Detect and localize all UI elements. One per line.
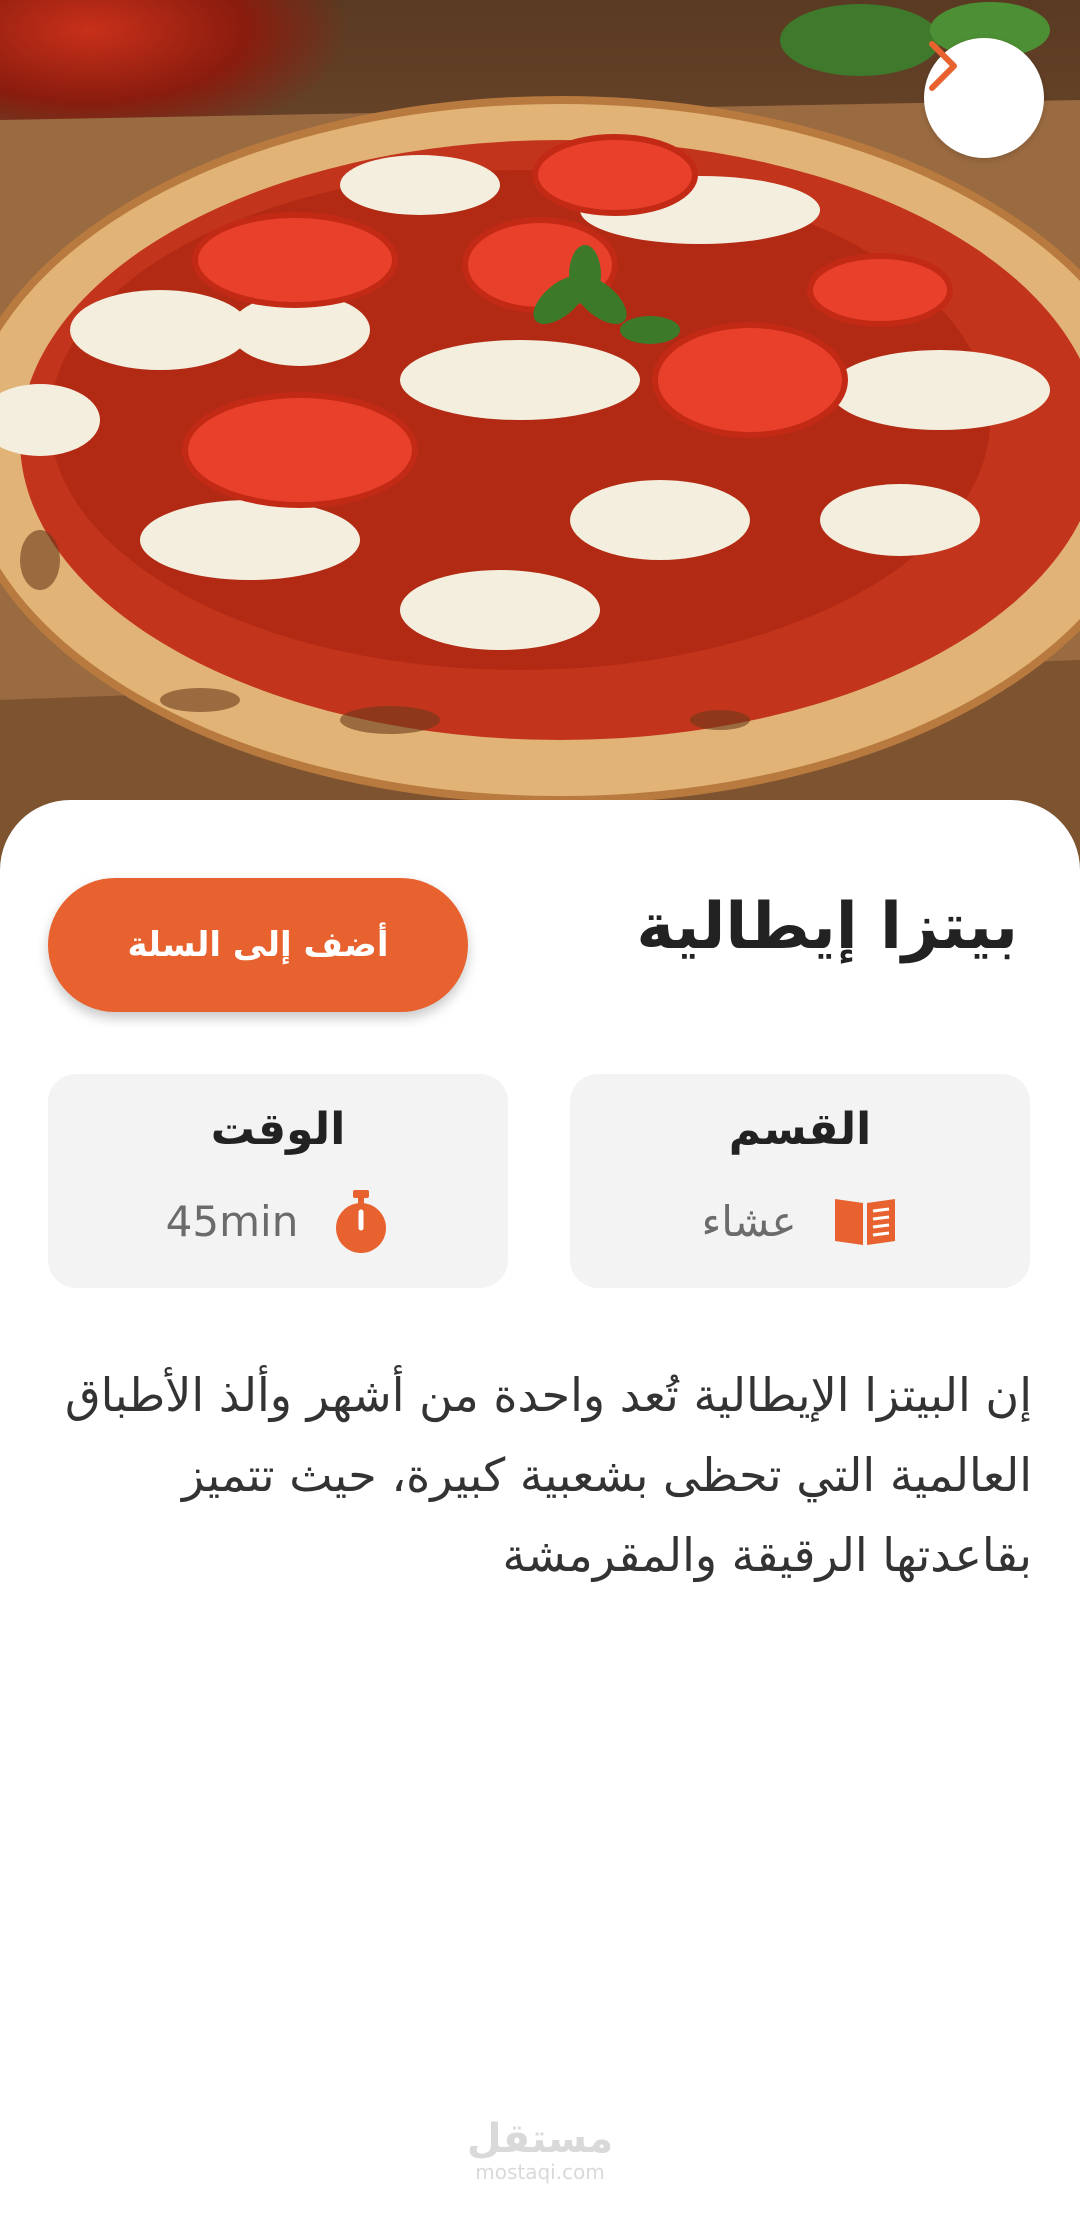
time-value: 45min: [165, 1196, 299, 1246]
watermark-text-en: mostaqi.com: [475, 2160, 605, 2184]
category-card: القسم عشاء: [570, 1074, 1030, 1288]
timer-icon: [336, 1190, 387, 1253]
pizza-illustration: [0, 2, 1080, 900]
watermark: مستقل mostaqi.com: [0, 2118, 1080, 2184]
add-to-cart-button[interactable]: أضف إلى السلة: [48, 878, 468, 1012]
category-value: عشاء: [701, 1196, 797, 1246]
recipe-title: بيتزا إيطالية: [636, 890, 1018, 964]
back-button[interactable]: [924, 38, 1044, 158]
time-card: الوقت 45min: [48, 1074, 508, 1288]
chevron-right-icon: [929, 41, 957, 91]
book-icon: [834, 1199, 895, 1245]
recipe-description: إن البيتزا الإيطالية تُعد واحدة من أشهر …: [64, 1368, 1032, 1582]
category-label: القسم: [728, 1104, 872, 1155]
hero-image: [0, 0, 1080, 900]
watermark-text-ar: مستقل: [466, 2116, 614, 2162]
time-label: الوقت: [210, 1104, 346, 1155]
